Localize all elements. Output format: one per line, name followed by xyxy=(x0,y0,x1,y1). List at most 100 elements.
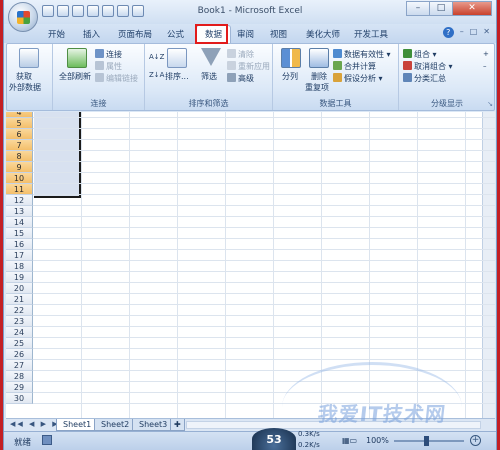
text-to-columns-button[interactable]: 分列 xyxy=(282,72,298,82)
vertical-scrollbar[interactable] xyxy=(482,112,495,418)
row-header[interactable]: 25 xyxy=(6,338,33,349)
tab-insert[interactable]: 插入 xyxy=(83,28,100,40)
help-icon[interactable]: ? xyxy=(442,27,454,38)
tab-formulas[interactable]: 公式 xyxy=(167,28,184,40)
col-line xyxy=(177,112,178,418)
data-validation-button[interactable]: 数据有效性 ▾ xyxy=(333,49,391,60)
row-header[interactable]: 20 xyxy=(6,283,33,294)
row-header[interactable]: 11 xyxy=(6,184,33,195)
row-header[interactable]: 14 xyxy=(6,217,33,228)
row-line xyxy=(33,348,495,349)
clear-button[interactable]: 清除 xyxy=(227,49,254,60)
ungroup-button[interactable]: 取消组合 ▾ xyxy=(403,61,453,72)
row-header[interactable]: 19 xyxy=(6,272,33,283)
close-button[interactable]: ✕ xyxy=(452,1,492,16)
tab-home[interactable]: 开始 xyxy=(48,28,65,40)
row-header[interactable]: 6 xyxy=(6,129,33,140)
sheet-tab-3[interactable]: Sheet3 xyxy=(132,419,175,431)
row-header[interactable]: 23 xyxy=(6,316,33,327)
advanced-filter-button[interactable]: 高级 xyxy=(227,73,254,84)
row-header[interactable]: 12 xyxy=(6,195,33,206)
row-header[interactable]: 27 xyxy=(6,360,33,371)
remove-duplicates-line1[interactable]: 删除 xyxy=(311,72,327,82)
get-external-line1[interactable]: 获取 xyxy=(16,72,32,82)
row-line xyxy=(33,194,495,195)
sort-desc-icon[interactable]: Z↓A xyxy=(149,70,164,80)
tab-beautify-master[interactable]: 美化大师 xyxy=(306,28,340,40)
reapply-button[interactable]: 重新应用 xyxy=(227,61,270,72)
edit-links-icon xyxy=(95,73,104,82)
subtotal-icon xyxy=(403,73,412,82)
connections-icon xyxy=(95,49,104,58)
row-header[interactable]: 10 xyxy=(6,173,33,184)
row-header[interactable]: 5 xyxy=(6,118,33,129)
filter-button[interactable]: 筛选 xyxy=(201,72,217,82)
network-speed-badge[interactable]: 53 xyxy=(252,428,296,450)
consolidate-icon xyxy=(333,61,342,70)
minimize-button[interactable]: – xyxy=(406,1,430,16)
row-line xyxy=(33,260,495,261)
selected-range[interactable] xyxy=(34,112,81,198)
ribbon-restore-icon[interactable]: □ xyxy=(470,27,478,38)
ribbon-tabs: 开始 插入 页面布局 公式 数据 审阅 视图 美化大师 开发工具 xyxy=(4,24,496,43)
col-line xyxy=(225,112,226,418)
insert-sheet-icon[interactable]: ✚ xyxy=(170,419,185,431)
row-header[interactable]: 24 xyxy=(6,327,33,338)
row-line xyxy=(33,205,495,206)
tab-review[interactable]: 审阅 xyxy=(237,28,254,40)
row-header[interactable]: 16 xyxy=(6,239,33,250)
sheet-tab-2[interactable]: Sheet2 xyxy=(94,419,137,431)
restore-button[interactable]: □ xyxy=(429,1,453,16)
sort-button[interactable]: 排序... xyxy=(165,72,189,82)
zoom-in-icon[interactable]: + xyxy=(470,435,481,446)
row-header[interactable]: 15 xyxy=(6,228,33,239)
row-header[interactable]: 21 xyxy=(6,294,33,305)
data-validation-icon xyxy=(333,49,342,58)
sheet-tab-1[interactable]: Sheet1 xyxy=(56,419,99,431)
row-line xyxy=(33,304,495,305)
ribbon-close-icon[interactable]: ✕ xyxy=(483,27,490,38)
consolidate-button[interactable]: 合并计算 xyxy=(333,61,376,72)
tab-view[interactable]: 视图 xyxy=(270,28,287,40)
subtotal-button[interactable]: 分类汇总 xyxy=(403,73,446,84)
edit-links-button[interactable]: 编辑链接 xyxy=(95,73,138,84)
macro-record-icon[interactable] xyxy=(42,435,52,445)
text-to-columns-icon xyxy=(281,48,301,68)
row-line xyxy=(33,337,495,338)
show-detail-icon[interactable]: + xyxy=(483,49,489,59)
outline-group-label: 分级显示 xyxy=(431,99,463,108)
group-button[interactable]: 组合 ▾ xyxy=(403,49,437,60)
sort-asc-icon[interactable]: A↓Z xyxy=(149,52,164,62)
what-if-analysis-button[interactable]: 假设分析 ▾ xyxy=(333,73,383,84)
row-line xyxy=(33,139,495,140)
ribbon-minimize-icon[interactable]: – xyxy=(460,27,464,38)
hide-detail-icon[interactable]: – xyxy=(483,61,487,71)
row-line xyxy=(33,128,495,129)
row-header[interactable]: 22 xyxy=(6,305,33,316)
refresh-all-button[interactable]: 全部刷新 xyxy=(59,72,91,82)
row-header[interactable]: 30 xyxy=(6,393,33,404)
row-header[interactable]: 7 xyxy=(6,140,33,151)
row-header[interactable]: 8 xyxy=(6,151,33,162)
row-line xyxy=(33,227,495,228)
connections-button[interactable]: 连接 xyxy=(95,49,122,60)
remove-duplicates-line2[interactable]: 重复项 xyxy=(305,83,329,93)
outline-dialog-launcher-icon[interactable]: ↘ xyxy=(487,100,493,108)
row-header[interactable]: 13 xyxy=(6,206,33,217)
row-line xyxy=(33,172,495,173)
row-header[interactable]: 29 xyxy=(6,382,33,393)
row-line xyxy=(33,216,495,217)
get-external-line2[interactable]: 外部数据 xyxy=(9,83,41,93)
properties-button[interactable]: 属性 xyxy=(95,61,122,72)
tab-page-layout[interactable]: 页面布局 xyxy=(118,28,152,40)
row-header[interactable]: 26 xyxy=(6,349,33,360)
tab-developer[interactable]: 开发工具 xyxy=(354,28,388,40)
office-button[interactable] xyxy=(8,2,38,32)
col-line xyxy=(273,112,274,418)
row-header[interactable]: 18 xyxy=(6,261,33,272)
data-tools-group-label: 数据工具 xyxy=(319,99,352,108)
row-header[interactable]: 9 xyxy=(6,162,33,173)
row-header[interactable]: 17 xyxy=(6,250,33,261)
row-header[interactable]: 28 xyxy=(6,371,33,382)
group-icon xyxy=(403,49,412,58)
